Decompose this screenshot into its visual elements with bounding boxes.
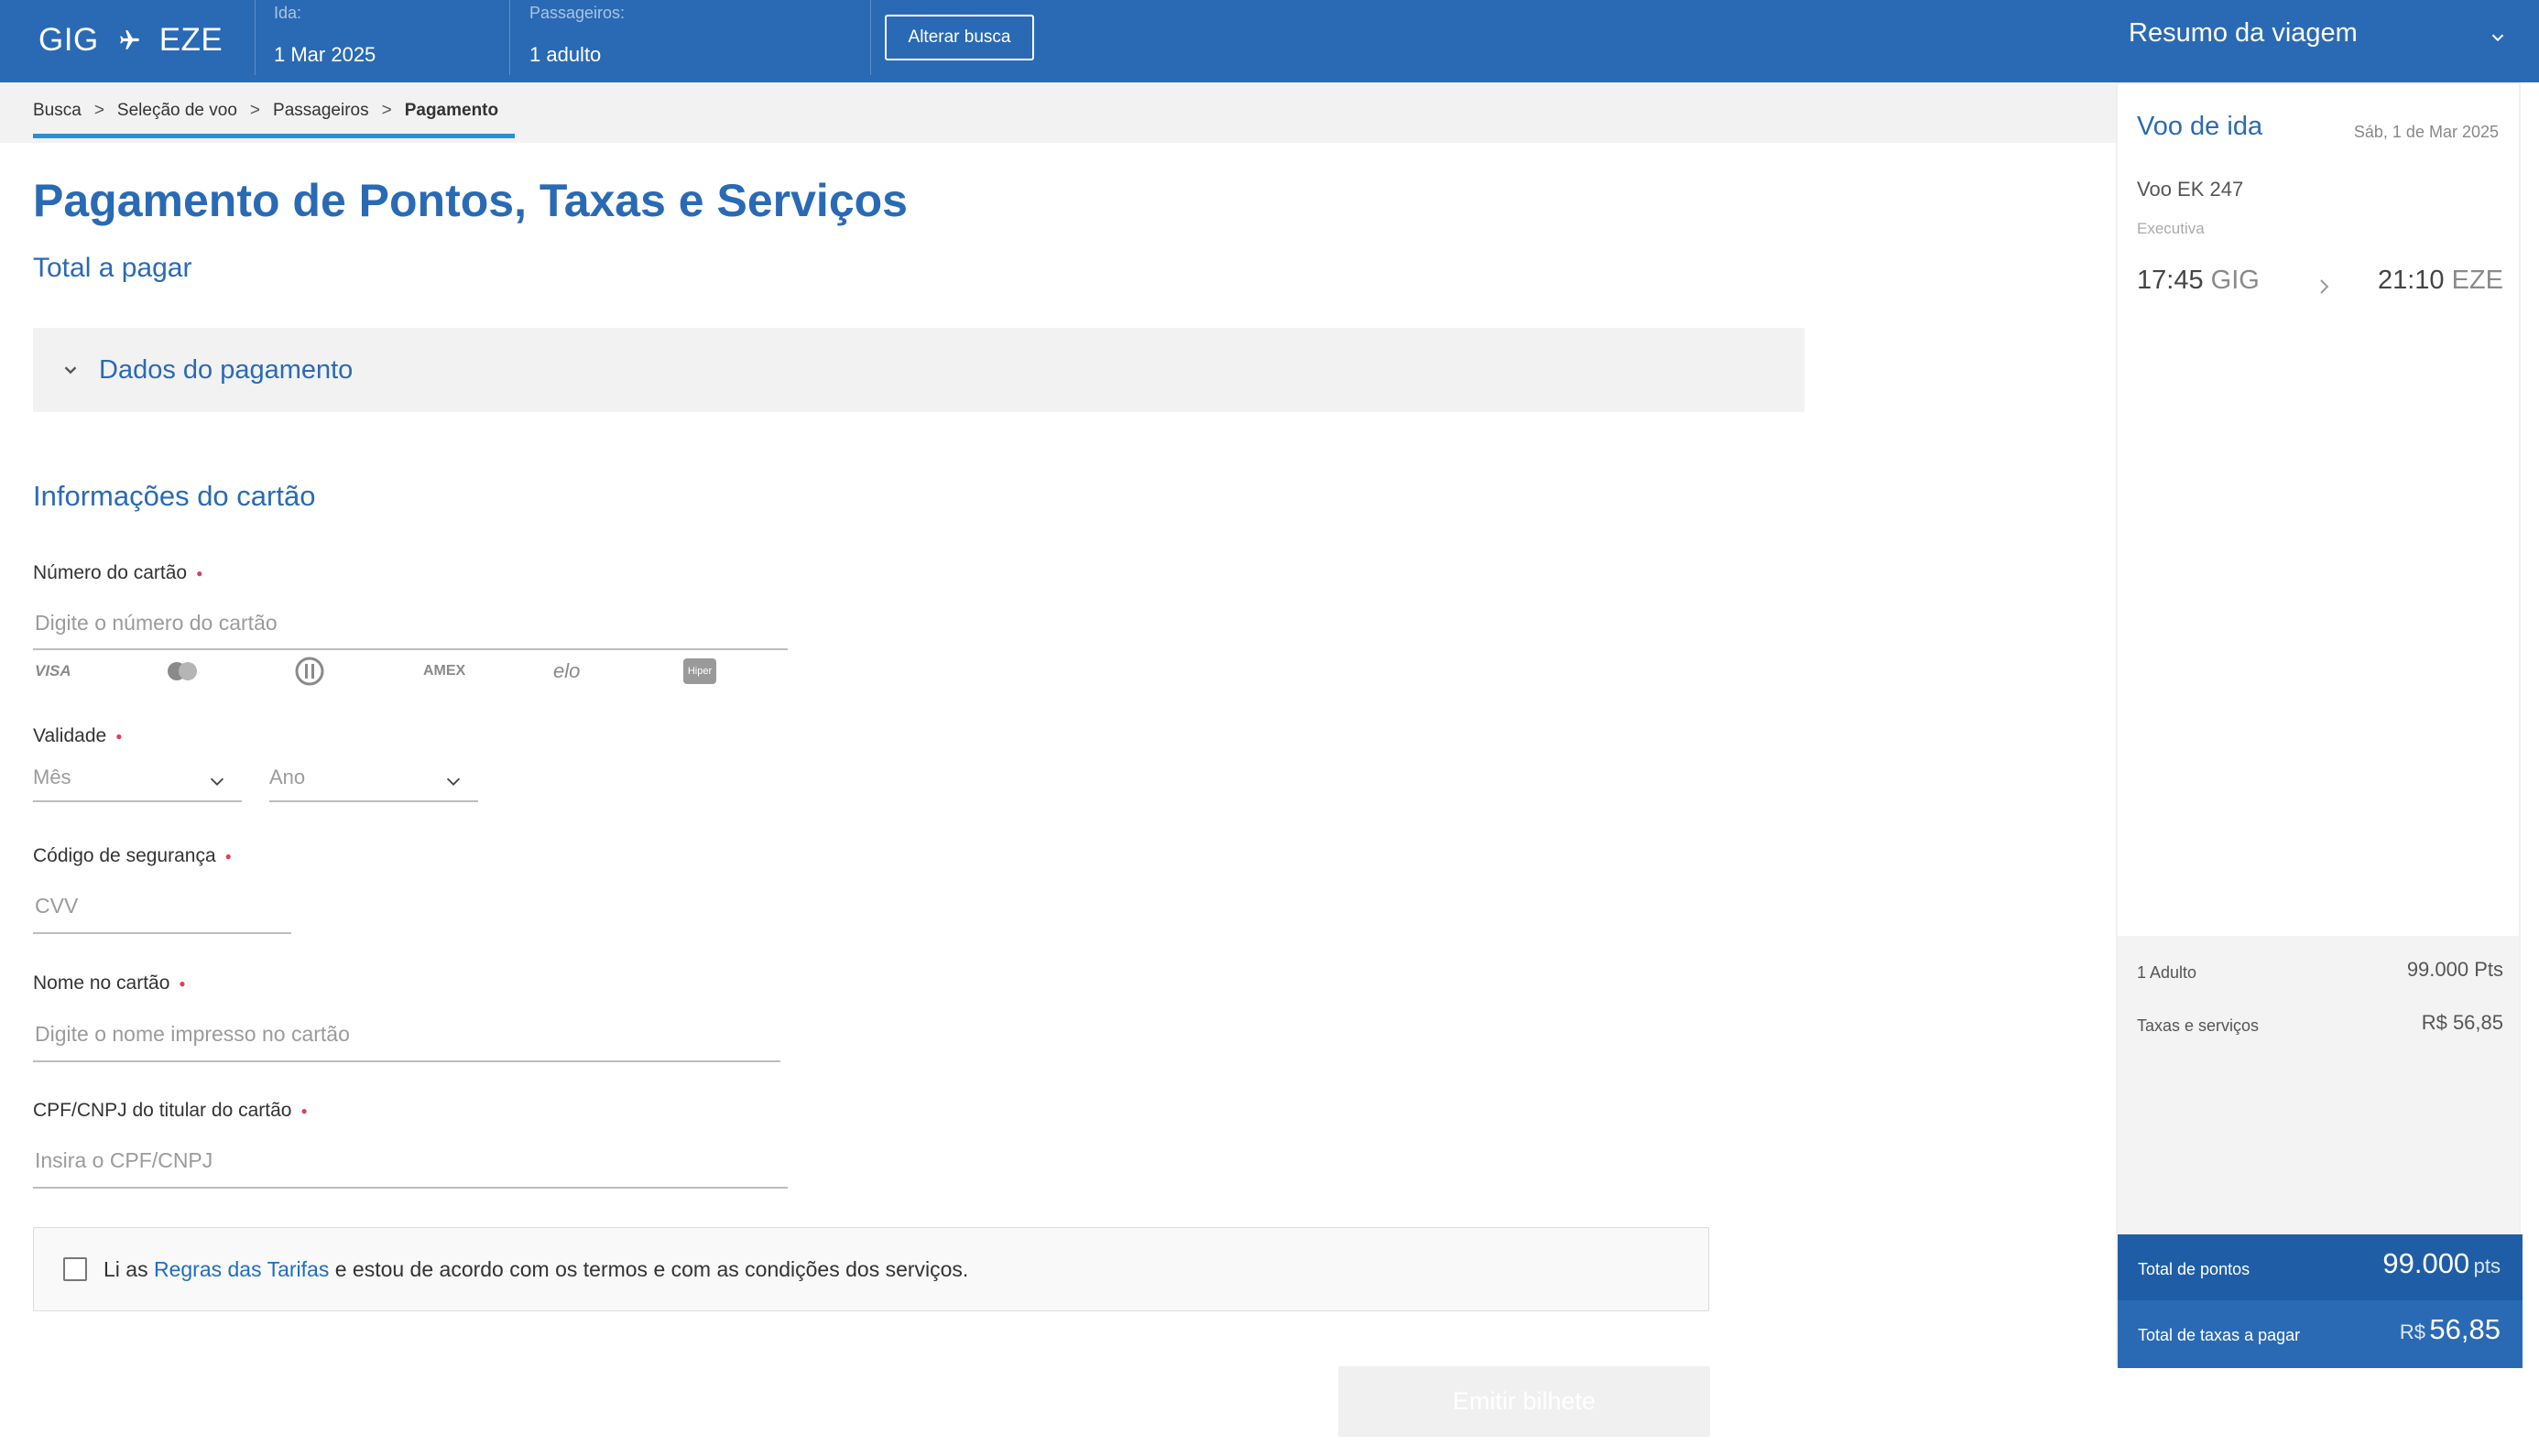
breadcrumb-progress-bar bbox=[33, 134, 515, 138]
departure-time: 17:45 bbox=[2137, 266, 2204, 295]
total-taxes-label: Total de taxas a pagar bbox=[2138, 1326, 2301, 1344]
mastercard-icon bbox=[168, 662, 197, 680]
passengers-label: Passageiros: bbox=[529, 4, 626, 22]
required-dot: ● bbox=[300, 1104, 308, 1118]
total-points-label: Total de pontos bbox=[2138, 1260, 2250, 1278]
required-dot: ● bbox=[196, 567, 203, 581]
total-taxes-row: Total de taxas a pagar R$ 56,85 bbox=[2118, 1300, 2523, 1368]
flight-summary: Voo de ida Sáb, 1 de Mar 2025 Voo EK 247… bbox=[2118, 84, 2519, 936]
total-taxes-value: R$ 56,85 bbox=[2400, 1313, 2501, 1346]
cpf-input[interactable] bbox=[33, 1134, 788, 1189]
flight-times: 17:45 GIG 21:10 EZE bbox=[2137, 266, 2503, 302]
destination-code: EZE bbox=[158, 22, 223, 58]
arrival-city: EZE bbox=[2451, 266, 2503, 295]
elo-logo: elo bbox=[553, 659, 581, 682]
chevron-down-icon bbox=[446, 777, 461, 786]
taxes-label: Taxas e serviços bbox=[2137, 1016, 2260, 1035]
chevron-down-icon bbox=[64, 366, 77, 375]
flight-date: Sáb, 1 de Mar 2025 bbox=[2353, 123, 2499, 141]
trip-summary-panel: Voo de ida Sáb, 1 de Mar 2025 Voo EK 247… bbox=[2116, 82, 2523, 1368]
total-points-value: 99.000 pts bbox=[2382, 1247, 2501, 1280]
card-number-label: Número do cartão ● bbox=[33, 562, 202, 584]
breadcrumb-pagamento: Pagamento bbox=[404, 101, 499, 120]
departure: 17:45 GIG bbox=[2137, 266, 2260, 296]
cvv-label: Código de segurança ● bbox=[33, 845, 232, 867]
header-divider bbox=[870, 0, 871, 75]
total-taxes-number: 56,85 bbox=[2429, 1313, 2501, 1345]
validity-label-text: Validade bbox=[33, 725, 107, 746]
price-breakdown: 1 Adulto 99.000 Pts Taxas e serviços R$ … bbox=[2118, 936, 2519, 1238]
adult-points: 99.000 Pts bbox=[2406, 958, 2503, 981]
cvv-input[interactable] bbox=[33, 879, 291, 934]
card-number-input[interactable] bbox=[33, 597, 788, 650]
passengers-value: 1 adulto bbox=[529, 43, 602, 66]
total-taxes-currency: R$ bbox=[2399, 1320, 2425, 1343]
breadcrumb-busca[interactable]: Busca bbox=[33, 101, 82, 121]
terms-text-after: e estou de acordo com os termos e com as… bbox=[329, 1257, 969, 1281]
total-points-number: 99.000 bbox=[2382, 1247, 2470, 1279]
cabin-class: Executiva bbox=[2137, 220, 2205, 237]
terms-text: Li as Regras das Tarifas e estou de acor… bbox=[104, 1257, 968, 1282]
chevron-down-icon bbox=[210, 777, 224, 786]
total-points-unit: pts bbox=[2473, 1255, 2501, 1277]
trip-summary-toggle[interactable]: Resumo da viagem bbox=[2129, 18, 2358, 49]
total-points-row: Total de pontos 99.000 pts bbox=[2118, 1234, 2523, 1300]
top-header: GIG EZE Ida: 1 Mar 2025 Passageiros: 1 a… bbox=[0, 0, 2539, 82]
outbound-flight-title: Voo de ida bbox=[2137, 112, 2263, 141]
chevron-right-icon bbox=[2320, 279, 2329, 294]
card-name-label-text: Nome no cartão bbox=[33, 972, 170, 994]
page-title: Pagamento de Pontos, Taxas e Serviços bbox=[33, 175, 908, 226]
departure-city: GIG bbox=[2210, 266, 2260, 295]
card-name-label: Nome no cartão ● bbox=[33, 972, 186, 994]
fare-rules-link[interactable]: Regras das Tarifas bbox=[154, 1257, 329, 1281]
required-dot: ● bbox=[179, 977, 186, 991]
card-brands: VISA AMEX elo Hiper bbox=[33, 656, 729, 687]
breadcrumb-separator: > bbox=[381, 101, 392, 120]
terms-checkbox[interactable] bbox=[63, 1257, 87, 1281]
total-to-pay-label: Total a pagar bbox=[33, 253, 192, 283]
diners-icon bbox=[295, 657, 324, 686]
card-info-title: Informações do cartão bbox=[33, 480, 316, 512]
amex-logo: AMEX bbox=[423, 663, 466, 679]
chevron-down-icon[interactable] bbox=[2488, 27, 2508, 48]
flight-number: Voo EK 247 bbox=[2137, 178, 2244, 201]
terms-text-before: Li as bbox=[104, 1257, 154, 1281]
hiper-logo: Hiper bbox=[683, 658, 716, 684]
cpf-label: CPF/CNPJ do titular do cartão ● bbox=[33, 1100, 308, 1122]
card-number-label-text: Número do cartão bbox=[33, 562, 188, 583]
breadcrumb-separator: > bbox=[93, 101, 104, 120]
breadcrumb-passageiros[interactable]: Passageiros bbox=[273, 101, 369, 121]
alter-search-button[interactable]: Alterar busca bbox=[885, 15, 1034, 60]
header-divider bbox=[255, 0, 256, 75]
year-select[interactable]: Ano bbox=[269, 760, 478, 802]
terms-box: Li as Regras das Tarifas e estou de acor… bbox=[33, 1227, 1709, 1311]
year-select-value: Ano bbox=[269, 766, 306, 788]
route-summary: GIG EZE bbox=[38, 22, 223, 59]
arrival-time: 21:10 bbox=[2377, 266, 2445, 295]
breadcrumb-separator: > bbox=[249, 101, 261, 120]
breadcrumb-selecao-voo[interactable]: Seleção de voo bbox=[117, 101, 237, 121]
ida-label: Ida: bbox=[274, 4, 302, 22]
header-divider bbox=[509, 0, 510, 75]
cpf-label-text: CPF/CNPJ do titular do cartão bbox=[33, 1100, 292, 1121]
month-select-value: Mês bbox=[33, 766, 71, 788]
issue-ticket-button[interactable]: Emitir bilhete bbox=[1338, 1366, 1710, 1437]
card-name-input[interactable] bbox=[33, 1007, 780, 1062]
origin-code: GIG bbox=[38, 22, 99, 58]
airplane-icon bbox=[119, 30, 139, 49]
visa-logo: VISA bbox=[35, 662, 71, 679]
required-dot: ● bbox=[224, 850, 232, 864]
cvv-label-text: Código de segurança bbox=[33, 845, 216, 866]
adult-label: 1 Adulto bbox=[2137, 963, 2197, 982]
breadcrumb: Busca > Seleção de voo > Passageiros > P… bbox=[33, 101, 498, 121]
required-dot: ● bbox=[115, 730, 123, 744]
validity-label: Validade ● bbox=[33, 725, 122, 747]
arrival: 21:10 EZE bbox=[2378, 266, 2503, 296]
payment-data-panel[interactable]: Dados do pagamento bbox=[33, 328, 1804, 412]
ida-value: 1 Mar 2025 bbox=[274, 43, 376, 66]
taxes-value: R$ 56,85 bbox=[2421, 1011, 2503, 1034]
month-select[interactable]: Mês bbox=[33, 760, 242, 802]
payment-data-label: Dados do pagamento bbox=[99, 354, 354, 385]
